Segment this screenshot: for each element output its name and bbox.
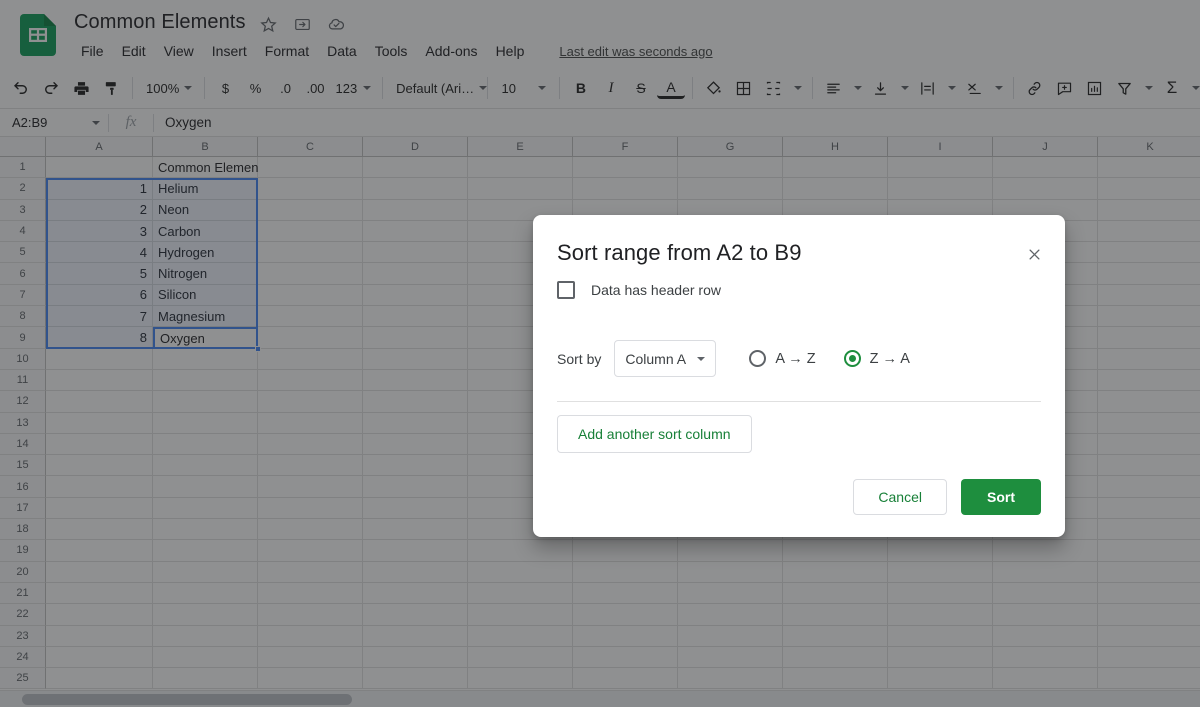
chevron-down-icon	[697, 356, 706, 361]
sort-order-radio-group: A → Z Z → A	[749, 350, 910, 367]
radio-descending-label: Z → A	[869, 350, 910, 367]
sort-order-descending-option[interactable]: Z → A	[843, 350, 910, 367]
dialog-title: Sort range from A2 to B9	[557, 240, 802, 265]
sort-column-select[interactable]: Column A	[614, 340, 717, 377]
sort-by-row: Sort by Column A A → Z Z → A	[557, 340, 910, 377]
radio-descending[interactable]	[843, 350, 861, 367]
sort-column-value: Column A	[625, 350, 687, 367]
cancel-button[interactable]: Cancel	[853, 479, 947, 515]
sort-button[interactable]: Sort	[961, 479, 1041, 515]
header-row-checkbox-row[interactable]: Data has header row	[557, 281, 721, 299]
sort-order-ascending-option[interactable]: A → Z	[749, 350, 816, 367]
dialog-actions: Cancel Sort	[853, 479, 1041, 515]
google-sheets-window: Common Elements	[0, 0, 1200, 707]
sort-range-dialog: Sort range from A2 to B9 Data has header…	[533, 215, 1065, 537]
radio-ascending-label: A → Z	[775, 350, 816, 367]
dialog-divider	[557, 401, 1041, 402]
data-has-header-row-checkbox[interactable]	[557, 281, 575, 299]
close-icon[interactable]	[1021, 241, 1047, 267]
sort-by-label: Sort by	[557, 350, 602, 367]
add-another-sort-column-button[interactable]: Add another sort column	[557, 415, 752, 453]
radio-ascending[interactable]	[749, 350, 767, 367]
data-has-header-row-label: Data has header row	[591, 282, 721, 298]
